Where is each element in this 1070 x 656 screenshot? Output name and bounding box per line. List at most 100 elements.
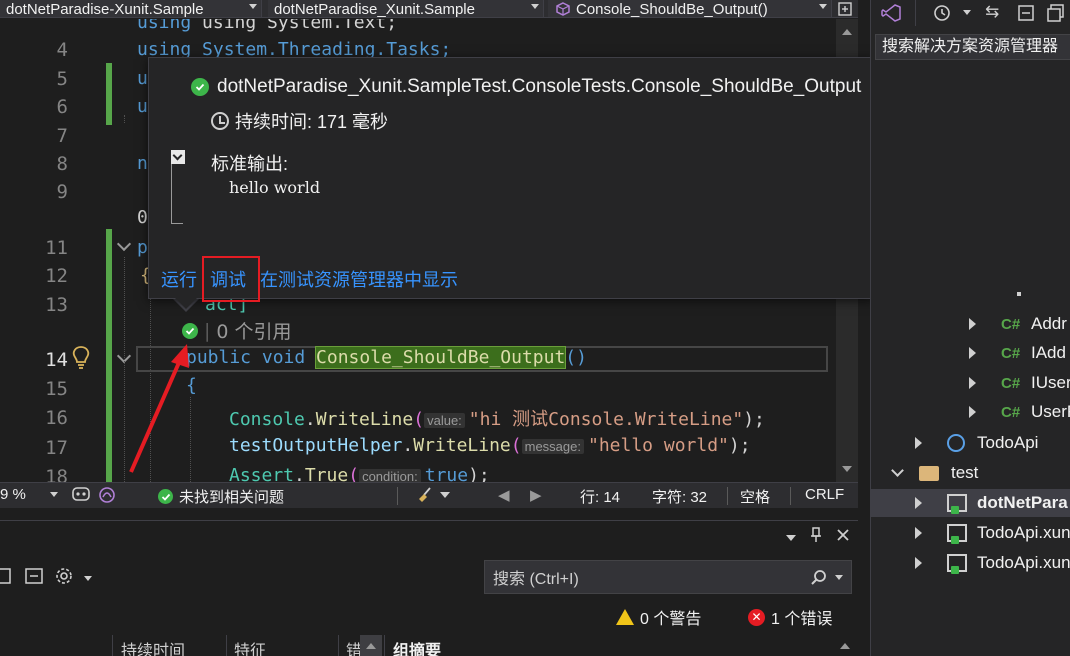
test-full-name: dotNetParadise_Xunit.SampleTest.ConsoleT… bbox=[217, 76, 862, 97]
chevron-down-icon[interactable] bbox=[84, 575, 92, 581]
window-menu-icon[interactable] bbox=[786, 534, 796, 541]
reference-count[interactable]: 0 个引用 bbox=[216, 317, 291, 344]
whitespace-indicator[interactable]: 空格 bbox=[740, 486, 770, 507]
test-passed-icon bbox=[191, 78, 209, 96]
collapse-icon[interactable] bbox=[891, 464, 904, 477]
visual-studio-icon[interactable] bbox=[881, 4, 901, 22]
method-signature: public void Console_ShouldBe_Output() bbox=[186, 346, 587, 369]
code-line: 0 bbox=[137, 207, 148, 228]
list-scrollbar[interactable] bbox=[360, 635, 382, 656]
split-window-icon[interactable] bbox=[834, 0, 856, 17]
expand-icon[interactable] bbox=[915, 527, 922, 539]
codelens-references[interactable]: | 0 个引用 bbox=[182, 317, 292, 344]
line-number: 8 bbox=[56, 153, 68, 175]
collapse-all-icon[interactable] bbox=[1017, 4, 1035, 27]
test-passed-icon[interactable] bbox=[182, 322, 198, 339]
history-icon[interactable] bbox=[933, 4, 951, 27]
code-cleanup-button[interactable] bbox=[416, 486, 450, 504]
sync-icon[interactable]: ⇆ bbox=[985, 2, 999, 22]
test-search-input[interactable]: 搜索 (Ctrl+I) bbox=[484, 560, 852, 594]
line-indicator[interactable]: 行: 14 bbox=[580, 486, 620, 507]
scroll-up-icon[interactable] bbox=[366, 643, 376, 649]
tree-item-project[interactable]: TodoApi bbox=[871, 429, 1070, 457]
close-icon[interactable] bbox=[836, 528, 850, 547]
tree-item-label: UserR bbox=[1031, 402, 1070, 421]
line-number: 17 bbox=[45, 437, 68, 459]
zoom-level-text: 9 % bbox=[0, 486, 26, 503]
tree-item-folder[interactable]: test bbox=[871, 459, 1070, 487]
column-header-traits[interactable]: 特征 bbox=[234, 637, 266, 656]
lightbulb-icon[interactable] bbox=[70, 345, 92, 371]
solution-search-input[interactable]: 搜索解决方案资源管理器 bbox=[875, 34, 1070, 60]
tree-item-file[interactable]: C# UserR bbox=[871, 398, 1070, 426]
test-project-icon bbox=[947, 524, 967, 544]
zoom-level[interactable]: 9 % bbox=[0, 486, 58, 503]
project-dropdown[interactable]: dotNetParadise-Xunit.Sample bbox=[0, 0, 262, 17]
collapse-output-icon[interactable] bbox=[171, 150, 185, 164]
nav-prev-icon[interactable]: ◀ bbox=[498, 486, 510, 504]
fold-chevron-icon[interactable] bbox=[116, 236, 132, 252]
search-icon[interactable] bbox=[811, 569, 827, 585]
copilot-icon[interactable] bbox=[72, 486, 90, 502]
column-divider bbox=[112, 635, 113, 656]
code-line: u bbox=[137, 68, 148, 89]
standard-output-label: 标准输出: bbox=[211, 154, 289, 174]
column-header-error[interactable]: 错 bbox=[346, 637, 360, 656]
tree-item-file[interactable]: C# IUser bbox=[871, 369, 1070, 397]
tree-item-label: IAdd bbox=[1031, 343, 1066, 362]
solution-explorer-toolbar: ⇆ bbox=[871, 0, 1070, 26]
test-project-icon bbox=[947, 494, 967, 514]
class-dropdown[interactable]: dotNetParadise_Xunit.Sample bbox=[268, 0, 544, 18]
pin-icon[interactable] bbox=[810, 527, 822, 548]
errors-filter[interactable]: ✕ 1 个错误 bbox=[748, 605, 832, 629]
indent-guide bbox=[124, 115, 125, 123]
issues-status[interactable]: 未找到相关问题 bbox=[158, 486, 284, 507]
tree-item-project[interactable]: TodoApi.xun bbox=[871, 519, 1070, 547]
chevron-down-icon bbox=[819, 4, 827, 9]
intellicode-icon[interactable] bbox=[98, 486, 116, 504]
chevron-down-icon[interactable] bbox=[963, 10, 971, 15]
tree-item-label: test bbox=[951, 463, 979, 482]
class-dropdown-label: dotNetParadise_Xunit.Sample bbox=[274, 0, 475, 18]
solution-explorer: ⇆ 搜索解决方案资源管理器 C# Addr C# IAdd C# IUser C… bbox=[870, 0, 1070, 656]
nav-next-icon[interactable]: ▶ bbox=[530, 486, 542, 504]
expand-collapse-icon[interactable] bbox=[24, 567, 44, 590]
gear-icon[interactable] bbox=[54, 566, 74, 591]
expand-icon[interactable] bbox=[915, 437, 922, 449]
errors-count: 1 个错误 bbox=[771, 611, 833, 628]
clock-icon bbox=[211, 112, 229, 130]
scroll-up-icon[interactable] bbox=[842, 29, 852, 35]
show-in-test-explorer-link[interactable]: 在测试资源管理器中显示 bbox=[260, 266, 458, 292]
expand-icon[interactable] bbox=[969, 347, 976, 359]
code-line: Assert.True(condition: true); bbox=[229, 465, 490, 482]
expand-icon[interactable] bbox=[969, 377, 976, 389]
method-name[interactable]: Console_ShouldBe_Output bbox=[315, 346, 567, 369]
run-link[interactable]: 运行 bbox=[161, 266, 197, 292]
expand-icon[interactable] bbox=[969, 318, 976, 330]
tree-item-file[interactable]: C# Addr bbox=[871, 310, 1070, 338]
expand-icon[interactable] bbox=[915, 557, 922, 569]
chevron-down-icon[interactable] bbox=[835, 575, 843, 580]
warning-icon bbox=[616, 609, 634, 625]
warnings-filter[interactable]: 0 个警告 bbox=[616, 605, 701, 629]
tree-item-label: TodoApi bbox=[977, 433, 1039, 452]
tree-item-file[interactable]: C# IAdd bbox=[871, 339, 1070, 367]
show-all-files-icon[interactable] bbox=[1047, 4, 1065, 27]
scroll-up-icon[interactable] bbox=[840, 643, 850, 649]
tree-item-label: TodoApi.xun bbox=[977, 553, 1070, 572]
test-duration: 持续时间: 171 毫秒 bbox=[211, 108, 388, 134]
tree-item-project-selected[interactable]: dotNetPara bbox=[871, 489, 1070, 517]
csharp-file-icon: C# bbox=[1001, 315, 1021, 333]
collapse-all-icon[interactable] bbox=[0, 567, 14, 590]
line-ending-indicator[interactable]: CRLF bbox=[805, 486, 844, 503]
scroll-down-icon[interactable] bbox=[842, 466, 852, 472]
expand-icon[interactable] bbox=[969, 406, 976, 418]
csharp-file-icon: C# bbox=[1001, 403, 1021, 421]
tree-item-project[interactable]: TodoApi.xun bbox=[871, 549, 1070, 577]
expand-icon[interactable] bbox=[915, 497, 922, 509]
tree-item-label: IUser bbox=[1031, 373, 1070, 392]
column-header-duration[interactable]: 持续时间 bbox=[121, 637, 185, 656]
member-dropdown[interactable]: Console_ShouldBe_Output() bbox=[548, 0, 832, 17]
char-indicator[interactable]: 字符: 32 bbox=[652, 486, 707, 507]
test-explorer-toolbar bbox=[0, 565, 92, 591]
